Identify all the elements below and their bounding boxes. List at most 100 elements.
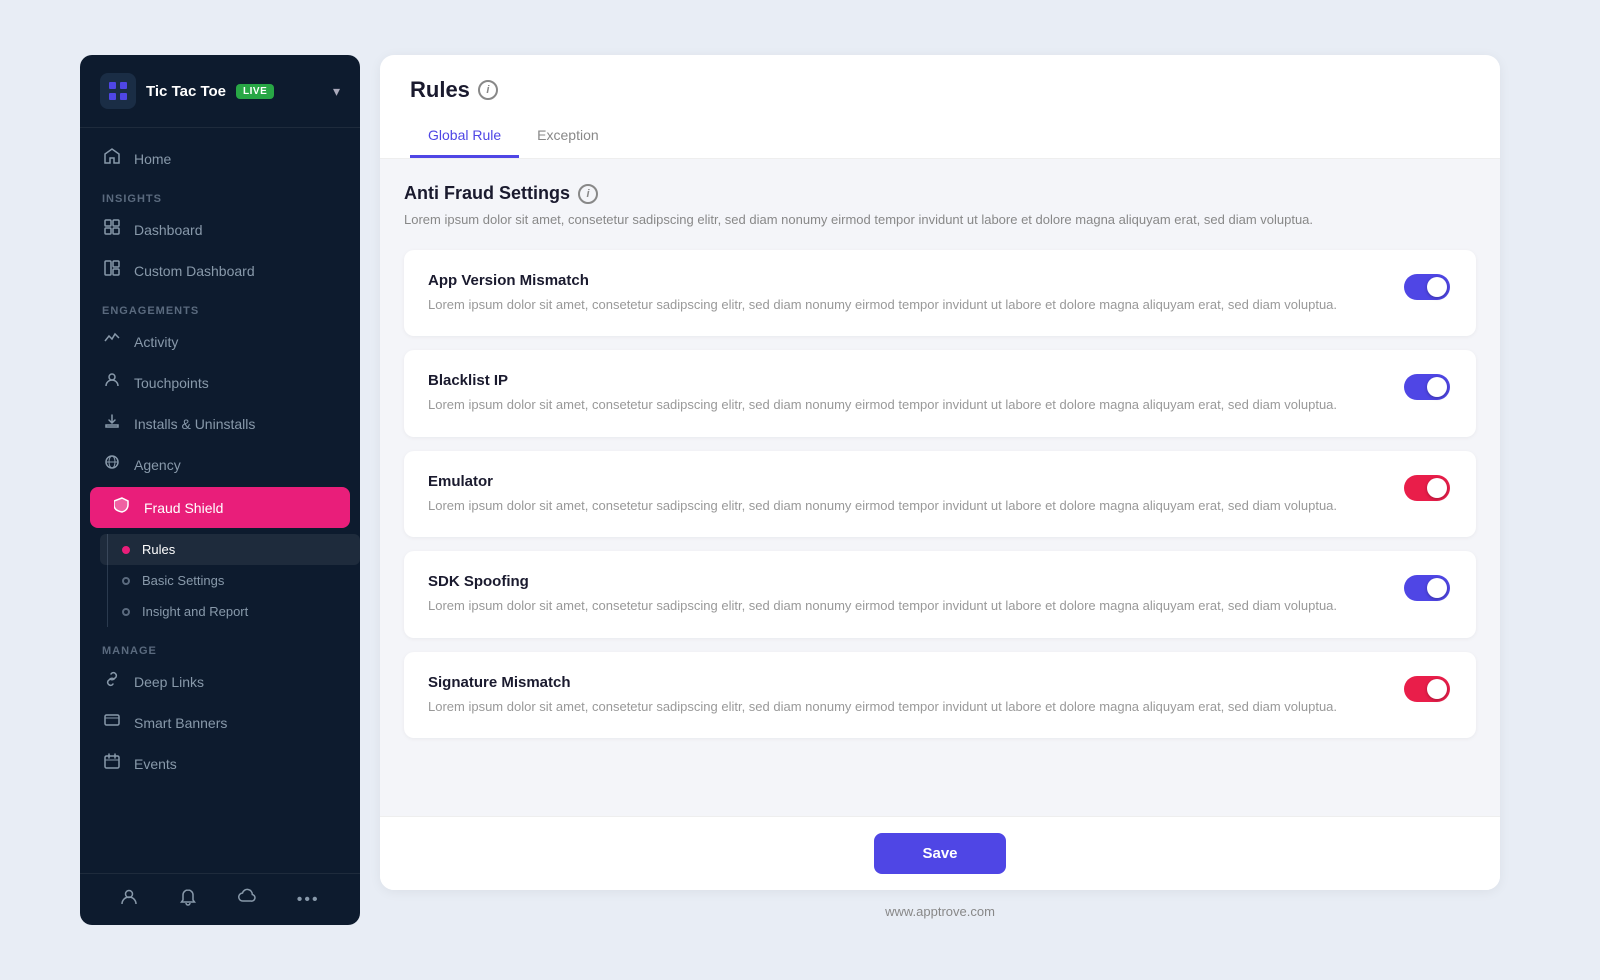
live-badge: LIVE — [236, 84, 274, 99]
main-content: Rules i Global Rule Exception Anti Fraud… — [360, 55, 1520, 925]
engagements-section-label: ENGAGEMENTS — [80, 291, 360, 321]
sidebar-item-activity-label: Activity — [134, 334, 178, 350]
toggle-thumb-app-version-mismatch — [1427, 277, 1447, 297]
insight-report-dot — [122, 608, 130, 616]
smart-banners-icon — [102, 712, 122, 733]
rule-desc-emulator: Lorem ipsum dolor sit amet, consetetur s… — [428, 496, 1382, 516]
submenu-insight-report-label: Insight and Report — [142, 604, 248, 619]
sidebar-item-custom-dashboard[interactable]: Custom Dashboard — [80, 250, 360, 291]
toggle-sdk-spoofing[interactable] — [1404, 575, 1450, 601]
sidebar-item-deep-links[interactable]: Deep Links — [80, 661, 360, 702]
deep-links-icon — [102, 671, 122, 692]
content-header: Rules i Global Rule Exception — [380, 55, 1500, 159]
sidebar-nav: Home INSIGHTS Dashboard Custom Dashboard… — [80, 128, 360, 873]
sidebar-item-touchpoints[interactable]: Touchpoints — [80, 362, 360, 403]
dashboard-icon — [102, 219, 122, 240]
toggle-thumb-blacklist-ip — [1427, 377, 1447, 397]
fraud-shield-submenu: Rules Basic Settings Insight and Report — [80, 530, 360, 631]
rule-title-emulator: Emulator — [428, 473, 1382, 490]
rule-title-blacklist-ip: Blacklist IP — [428, 372, 1382, 389]
toggle-thumb-sdk-spoofing — [1427, 578, 1447, 598]
submenu-item-insight-report[interactable]: Insight and Report — [100, 596, 360, 627]
toggle-thumb-emulator — [1427, 478, 1447, 498]
rule-card-app-version-mismatch: App Version MismatchLorem ipsum dolor si… — [404, 250, 1476, 337]
toggle-app-version-mismatch[interactable] — [1404, 274, 1450, 300]
rule-cards-container: App Version Mismatch Lorem ipsum dolor si… — [404, 250, 1476, 739]
sidebar-item-smart-banners-label: Smart Banners — [134, 715, 227, 731]
sidebar-item-activity[interactable]: Activity — [80, 321, 360, 362]
settings-scroll: Anti Fraud Settings i Lorem ipsum dolor … — [380, 159, 1500, 816]
rule-title-signature-mismatch: Signature Mismatch — [428, 674, 1382, 691]
brand-name: Tic Tac Toe — [146, 83, 226, 100]
anti-fraud-title: Anti Fraud Settings i — [404, 183, 1476, 204]
rule-desc-signature-mismatch: Lorem ipsum dolor sit amet, consetetur s… — [428, 697, 1382, 717]
profile-icon[interactable] — [120, 888, 138, 911]
page-title: Rules — [410, 77, 470, 103]
submenu-item-basic-settings[interactable]: Basic Settings — [100, 565, 360, 596]
submenu-basic-settings-label: Basic Settings — [142, 573, 224, 588]
sidebar-item-agency-label: Agency — [134, 457, 181, 473]
sidebar-item-events-label: Events — [134, 756, 177, 772]
installs-icon — [102, 413, 122, 434]
footer-url: www.apptrove.com — [885, 904, 995, 919]
manage-section-label: MANAGE — [80, 631, 360, 661]
save-button[interactable]: Save — [874, 833, 1005, 874]
rule-title-app-version-mismatch: App Version Mismatch — [428, 272, 1382, 289]
rule-card-emulator: Emulator Lorem ipsum dolor sit amet, cons… — [404, 451, 1476, 538]
rule-card-blacklist-ip: Blacklist IP Lorem ipsum dolor sit amet, … — [404, 350, 1476, 437]
bell-icon[interactable] — [179, 888, 197, 911]
sidebar-item-installs[interactable]: Installs & Uninstalls — [80, 403, 360, 444]
page-footer: www.apptrove.com — [380, 890, 1500, 925]
sidebar-item-agency[interactable]: Agency — [80, 444, 360, 485]
sidebar-item-dashboard[interactable]: Dashboard — [80, 209, 360, 250]
agency-icon — [102, 454, 122, 475]
sidebar-item-fraud-shield-label: Fraud Shield — [144, 500, 223, 516]
tab-exception[interactable]: Exception — [519, 119, 616, 158]
brand: Tic Tac Toe LIVE — [100, 73, 274, 109]
sidebar: Tic Tac Toe LIVE ▾ Home INSIGHTS Dashboa… — [80, 55, 360, 925]
activity-icon — [102, 331, 122, 352]
rule-card-signature-mismatch: Signature Mismatch Lorem ipsum dolor sit … — [404, 652, 1476, 739]
chevron-down-icon[interactable]: ▾ — [333, 83, 340, 100]
basic-settings-dot — [122, 577, 130, 585]
tabs: Global Rule Exception — [410, 119, 1470, 158]
insights-section-label: INSIGHTS — [80, 179, 360, 209]
brand-icon — [100, 73, 136, 109]
anti-fraud-info-icon[interactable]: i — [578, 184, 598, 204]
sidebar-item-home-label: Home — [134, 151, 171, 167]
save-area: Save — [380, 816, 1500, 890]
sidebar-item-home[interactable]: Home — [80, 138, 360, 179]
toggle-emulator[interactable] — [1404, 475, 1450, 501]
rule-card-sdk-spoofing: SDK Spoofing Lorem ipsum dolor sit amet, … — [404, 551, 1476, 638]
events-icon — [102, 753, 122, 774]
submenu-rules-label: Rules — [142, 542, 175, 557]
sidebar-item-custom-dashboard-label: Custom Dashboard — [134, 263, 255, 279]
custom-dashboard-icon — [102, 260, 122, 281]
submenu-item-rules[interactable]: Rules — [100, 534, 360, 565]
sidebar-footer: ••• — [80, 873, 360, 925]
fraud-shield-icon — [112, 497, 132, 518]
content-card: Rules i Global Rule Exception Anti Fraud… — [380, 55, 1500, 890]
page-info-icon[interactable]: i — [478, 80, 498, 100]
tab-global-rule[interactable]: Global Rule — [410, 119, 519, 158]
rule-desc-blacklist-ip: Lorem ipsum dolor sit amet, consetetur s… — [428, 395, 1382, 415]
rule-desc-sdk-spoofing: Lorem ipsum dolor sit amet, consetetur s… — [428, 596, 1382, 616]
home-icon — [102, 148, 122, 169]
anti-fraud-section: Anti Fraud Settings i Lorem ipsum dolor … — [404, 183, 1476, 230]
sidebar-item-events[interactable]: Events — [80, 743, 360, 784]
touchpoints-icon — [102, 372, 122, 393]
anti-fraud-desc: Lorem ipsum dolor sit amet, consetetur s… — [404, 210, 1476, 230]
sidebar-item-installs-label: Installs & Uninstalls — [134, 416, 255, 432]
sidebar-item-touchpoints-label: Touchpoints — [134, 375, 209, 391]
page-title-row: Rules i — [410, 77, 1470, 103]
sidebar-header: Tic Tac Toe LIVE ▾ — [80, 55, 360, 128]
toggle-blacklist-ip[interactable] — [1404, 374, 1450, 400]
sidebar-item-smart-banners[interactable]: Smart Banners — [80, 702, 360, 743]
rules-dot — [122, 546, 130, 554]
toggle-signature-mismatch[interactable] — [1404, 676, 1450, 702]
rule-title-sdk-spoofing: SDK Spoofing — [428, 573, 1382, 590]
cloud-icon[interactable] — [238, 888, 256, 911]
more-icon[interactable]: ••• — [297, 891, 320, 909]
sidebar-item-fraud-shield[interactable]: Fraud Shield — [90, 487, 350, 528]
sidebar-item-deep-links-label: Deep Links — [134, 674, 204, 690]
